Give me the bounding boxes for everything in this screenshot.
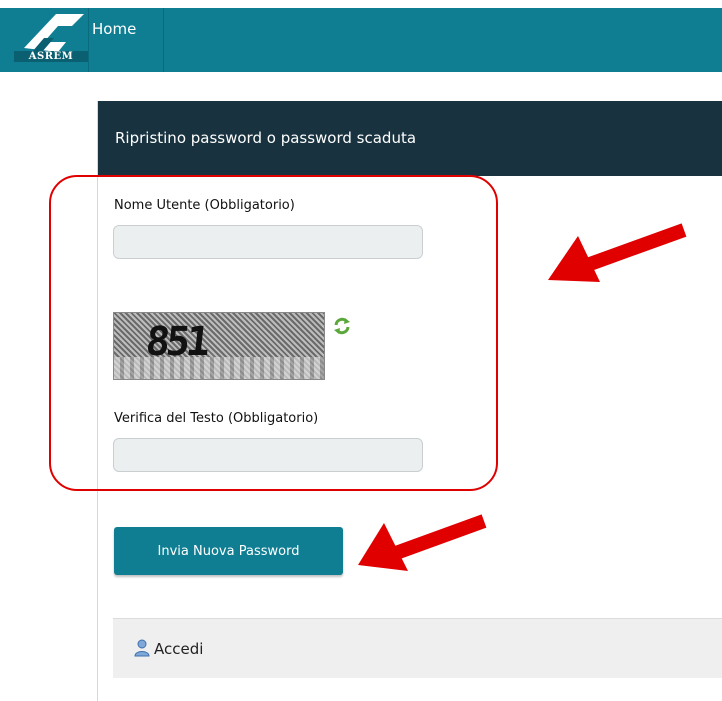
nav-home-label: Home [92,20,137,38]
login-label: Accedi [154,640,204,658]
logo-text: ASREM [14,51,88,62]
login-bar: Accedi [113,618,722,678]
panel-header: Ripristino password o password scaduta [98,101,722,176]
top-gap [0,0,722,8]
asrem-logo[interactable]: ASREM [14,8,88,64]
red-arrow-icon [358,514,487,571]
user-icon [134,639,150,657]
submit-button[interactable]: Invia Nuova Password [114,527,343,575]
annotation-highlight [49,175,498,491]
red-arrow-icon [548,223,687,282]
panel-title: Ripristino password o password scaduta [115,129,417,147]
nav-home[interactable]: Home [88,8,164,72]
login-link[interactable]: Accedi [134,639,203,658]
asrem-logo-icon [24,14,84,52]
